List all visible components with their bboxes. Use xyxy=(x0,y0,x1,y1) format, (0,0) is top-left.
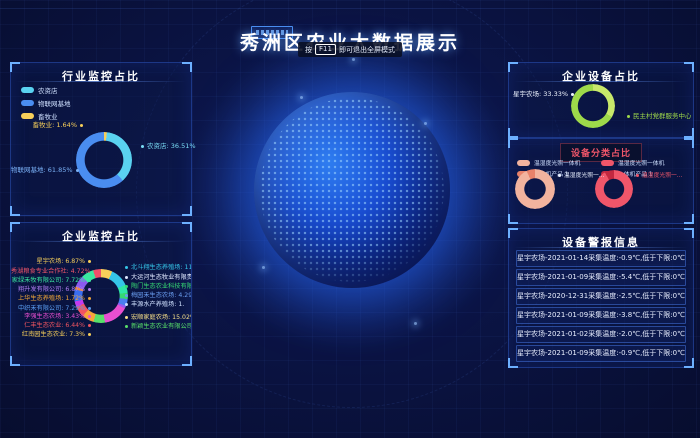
glow-dot xyxy=(300,96,303,99)
glow-dot xyxy=(424,122,427,125)
globe-visualization xyxy=(254,92,450,288)
legend-label: 农资店 xyxy=(38,85,58,95)
alarm-row: 星宇农场-2021-01-02采集温度:-2.0℃,低于下限:0℃ xyxy=(516,326,686,343)
title-underline xyxy=(514,247,688,248)
panel-device-category: 设备分类占比 温湿度光照一体机 一体机产品 1 温湿度光照一体机 一体机产品 1… xyxy=(508,138,694,224)
pie-label: 大运河生态牧业有限责任公 xyxy=(125,272,191,281)
legend-item: 物联网基地 xyxy=(21,98,71,108)
category-donut-chart-a xyxy=(515,169,555,209)
pie-label: 红南园生态农业: 7.3% xyxy=(11,329,91,338)
pie-label: 星宇农场: 33.33% xyxy=(513,88,569,98)
legend-swatch xyxy=(517,160,530,166)
pie-label: 秀湖粮食专业合作社: 4.72% xyxy=(11,266,91,275)
legend-item: 温湿度光照一体机 xyxy=(517,158,580,167)
pie-label: 物联网基地: 61.85% xyxy=(11,164,75,174)
legend-swatch xyxy=(21,100,34,106)
industry-donut-chart xyxy=(76,132,132,188)
pie-label: 星宇农场: 6.87% xyxy=(11,256,91,265)
alarm-row: 星宇农场-2021-01-09采集温度:-5.4℃,低于下限:0℃ xyxy=(516,269,686,286)
pie-label: 丰源水产养殖场: 1. xyxy=(125,299,184,308)
title-underline xyxy=(16,81,186,82)
legend-item: 温湿度光照一体机 xyxy=(601,158,664,167)
pie-label: 家绿禾牧有限公司: 7.72% xyxy=(11,275,91,284)
pie-label: 宏顺家庭农场: 15.02% xyxy=(125,312,191,321)
legend-label: 温湿度光照一体机 xyxy=(618,158,664,167)
pie-label: 李强生态农场: 3.43% xyxy=(11,311,91,320)
title-underline xyxy=(514,81,688,82)
legend-label: 物联网基地 xyxy=(38,98,71,108)
alarm-row: 星宇农场-2021-01-09采集温度:-3.8℃,低于下限:0℃ xyxy=(516,307,686,324)
hint-suffix: 即可退出全屏模式 xyxy=(339,45,395,55)
pie-label: 农资店: 36.51% xyxy=(141,140,196,150)
pie-label: 梅园禾生态农场: 4.29 xyxy=(125,290,191,299)
glow-dot xyxy=(352,58,355,61)
panel-device-alarms: 设备警报信息 星宇农场-2021-01-14采集温度:-0.9℃,低于下限:0℃… xyxy=(508,228,694,368)
pie-label: 新颖生态农业有限公司: 6.87% xyxy=(125,321,191,330)
hint-prefix: 按 xyxy=(305,45,312,55)
title-underline xyxy=(16,241,186,242)
legend-item: 农资店 xyxy=(21,85,71,95)
pie-label: 北斗翔生态养殖场: 11.16% xyxy=(125,262,191,271)
legend-swatch xyxy=(21,87,34,93)
alarm-row: 星宇农场-2021-01-14采集温度:-0.9℃,低于下限:0℃ xyxy=(516,250,686,267)
pie-label: 翔升发有限公司: 6.87% xyxy=(11,284,91,293)
f11-key: F11 xyxy=(315,44,336,55)
panel-enterprise-device: 企业设备占比 星宇农场: 33.33% 民主村党群服务中心… xyxy=(508,62,694,138)
glow-dot xyxy=(262,266,265,269)
pie-label: 畜牧业: 1.64% xyxy=(21,119,83,129)
pie-label: 民主村党群服务中心… xyxy=(627,110,691,120)
alarm-row: 星宇农场-2020-12-31采集温度:-2.5℃,低于下限:0℃ xyxy=(516,288,686,305)
glow-dot xyxy=(414,322,417,325)
panel-industry-monitor: 行业监控占比 农资店 物联网基地 畜牧业 畜牧业: 1.64% 农资店: 36.… xyxy=(10,62,192,216)
pie-label: 仁丰生态农业: 6.44% xyxy=(11,320,91,329)
alarm-row: 星宇农场-2021-01-09采集温度:-0.9℃,低于下限:0℃ xyxy=(516,345,686,362)
legend-label: 温湿度光照一体机 xyxy=(534,158,580,167)
panel-enterprise-monitor: 企业监控占比 星宇农场: 6.87% 秀湖粮食专业合作社: 4.72% 家绿禾牧… xyxy=(10,222,192,366)
pie-label: 温湿度光照一… xyxy=(636,170,683,179)
legend-swatch xyxy=(601,160,614,166)
globe-dot-map xyxy=(260,98,444,282)
fullscreen-hint: 按 F11 即可退出全屏模式 xyxy=(298,42,402,57)
pie-label: 上华生态养殖场: 1.72% xyxy=(11,293,91,302)
pie-label: 陶门生态农业科技有限公 xyxy=(125,281,191,290)
pie-label: 温湿度光照一… xyxy=(558,170,605,179)
device-donut-chart xyxy=(571,84,615,128)
dashboard: 秀洲区农业大数据展示 按 F11 即可退出全屏模式 行业监控占比 农资店 物联网… xyxy=(0,0,700,438)
